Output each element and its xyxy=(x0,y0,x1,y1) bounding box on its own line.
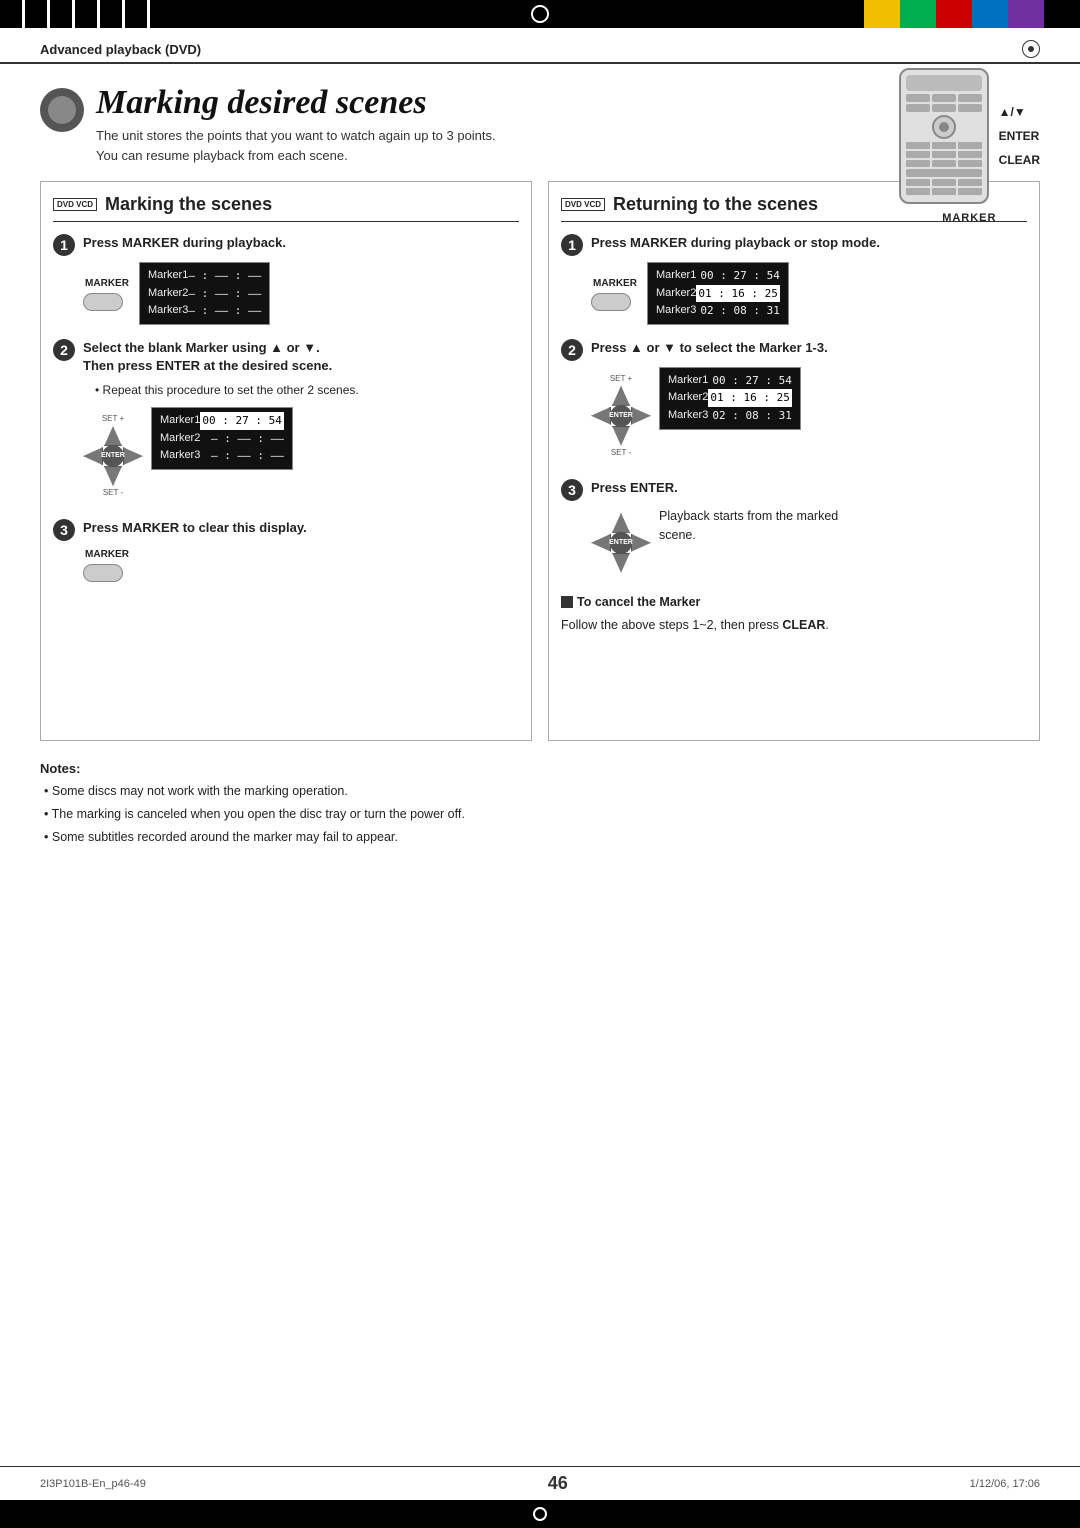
cancel-section: To cancel the Marker Follow the above st… xyxy=(561,593,1027,635)
cancel-icon xyxy=(561,596,573,608)
header: Advanced playback (DVD) xyxy=(0,28,1080,64)
two-col-section: DVD VCD Marking the scenes 1 Press MARKE… xyxy=(40,181,1040,741)
r-dpad-enter: ENTER xyxy=(591,513,651,573)
footer-right: 1/12/06, 17:06 xyxy=(970,1478,1040,1490)
page-subtitle: The unit stores the points that you want… xyxy=(96,126,496,165)
marking-step2-bullet: • Repeat this procedure to set the other… xyxy=(95,381,519,399)
r-marker-display-s1: Marker100 : 27 : 54 Marker201 : 16 : 25 … xyxy=(647,262,789,325)
page-title: Marking desired scenes xyxy=(96,84,496,122)
returning-step2: 2 Press ▲ or ▼ to select the Marker 1-3.… xyxy=(561,339,1027,465)
returning-step3-desc: Press ENTER. xyxy=(591,479,1027,497)
marking-step3: 3 Press MARKER to clear this display. MA… xyxy=(53,519,519,582)
marking-step2-desc: Select the blank Marker using ▲ or ▼. Th… xyxy=(83,339,519,375)
footer-center: 46 xyxy=(548,1473,568,1494)
returning-title: Returning to the scenes xyxy=(613,194,818,215)
r-dpad-icon: ENTER xyxy=(591,386,651,446)
page-icon xyxy=(40,88,84,132)
r-marker-label-s1: MARKER xyxy=(593,276,637,291)
r-step3-num: 3 xyxy=(561,479,583,501)
note-item-1: • Some discs may not work with the marki… xyxy=(40,782,1040,801)
clear-label: CLEAR xyxy=(999,148,1040,172)
r-set-minus-label: SET - xyxy=(611,447,631,459)
r-marker-display-s2: Marker100 : 27 : 54 Marker201 : 16 : 25 … xyxy=(659,367,801,430)
marking-step2: 2 Select the blank Marker using ▲ or ▼. … xyxy=(53,339,519,505)
marking-col: DVD VCD Marking the scenes 1 Press MARKE… xyxy=(40,181,532,741)
bottom-bar xyxy=(0,1500,1080,1528)
returning-step3: 3 Press ENTER. ENTER xyxy=(561,479,1027,579)
notes-section: Notes: • Some discs may not work with th… xyxy=(40,761,1040,846)
set-minus-label: SET - xyxy=(103,487,123,499)
set-plus-label: SET + xyxy=(102,413,124,425)
breadcrumb: Advanced playback (DVD) xyxy=(40,42,201,57)
step2-num: 2 xyxy=(53,339,75,361)
marking-step1-desc: Press MARKER during playback. xyxy=(83,234,519,252)
returning-step1-desc: Press MARKER during playback or stop mod… xyxy=(591,234,1027,252)
marking-step1: 1 Press MARKER during playback. MARKER M… xyxy=(53,234,519,325)
dvd-badge-left: DVD VCD xyxy=(53,198,97,212)
page-title-area: Marking desired scenes The unit stores t… xyxy=(96,84,496,165)
marker-label: MARKER xyxy=(899,212,1040,224)
marker-label-s1: MARKER xyxy=(85,276,129,291)
r-marker-button-icon xyxy=(591,293,631,311)
note-item-3: • Some subtitles recorded around the mar… xyxy=(40,828,1040,847)
arrow-label: ▲/▼ xyxy=(999,100,1040,124)
cancel-desc: Follow the above steps 1~2, then press C… xyxy=(561,616,1027,635)
marking-title: Marking the scenes xyxy=(105,194,272,215)
r-step2-num: 2 xyxy=(561,339,583,361)
marker-display-s2: Marker100 : 27 : 54 Marker2— : —— : —— M… xyxy=(151,407,293,470)
marker-button-icon xyxy=(83,293,123,311)
returning-step1: 1 Press MARKER during playback or stop m… xyxy=(561,234,1027,325)
step1-num: 1 xyxy=(53,234,75,256)
top-bar xyxy=(0,0,1080,28)
dvd-badge-right: DVD VCD xyxy=(561,198,605,212)
returning-col: DVD VCD Returning to the scenes 1 Press … xyxy=(548,181,1040,741)
footer-left: 2I3P101B-En_p46-49 xyxy=(40,1478,146,1490)
r-step1-num: 1 xyxy=(561,234,583,256)
marker-display-s1: Marker1— : —— : —— Marker2— : —— : —— Ma… xyxy=(139,262,270,325)
marker-button-icon-s3 xyxy=(83,564,123,582)
marking-col-header: DVD VCD Marking the scenes xyxy=(53,194,519,222)
remote-labels: ▲/▼ ENTER CLEAR xyxy=(999,100,1040,172)
returning-step2-desc: Press ▲ or ▼ to select the Marker 1-3. xyxy=(591,339,1027,357)
remote-illustration: ▲/▼ ENTER CLEAR MARKER xyxy=(899,68,1040,224)
main-content: Marking desired scenes The unit stores t… xyxy=(0,64,1080,870)
r-set-plus-label: SET + xyxy=(610,373,632,385)
marking-step3-desc: Press MARKER to clear this display. xyxy=(83,519,519,537)
marker-label-s3: MARKER xyxy=(85,547,129,562)
enter-label: ENTER xyxy=(999,124,1040,148)
dpad-icon: ENTER xyxy=(83,426,143,486)
returning-step3-body: Playback starts from the marked scene. xyxy=(659,507,839,545)
cancel-title-text: To cancel the Marker xyxy=(577,593,700,612)
notes-title: Notes: xyxy=(40,761,1040,776)
note-item-2: • The marking is canceled when you open … xyxy=(40,805,1040,824)
footer: 2I3P101B-En_p46-49 46 1/12/06, 17:06 xyxy=(0,1466,1080,1500)
remote-body xyxy=(899,68,989,204)
page-title-section: Marking desired scenes The unit stores t… xyxy=(40,84,1040,165)
step3-num: 3 xyxy=(53,519,75,541)
